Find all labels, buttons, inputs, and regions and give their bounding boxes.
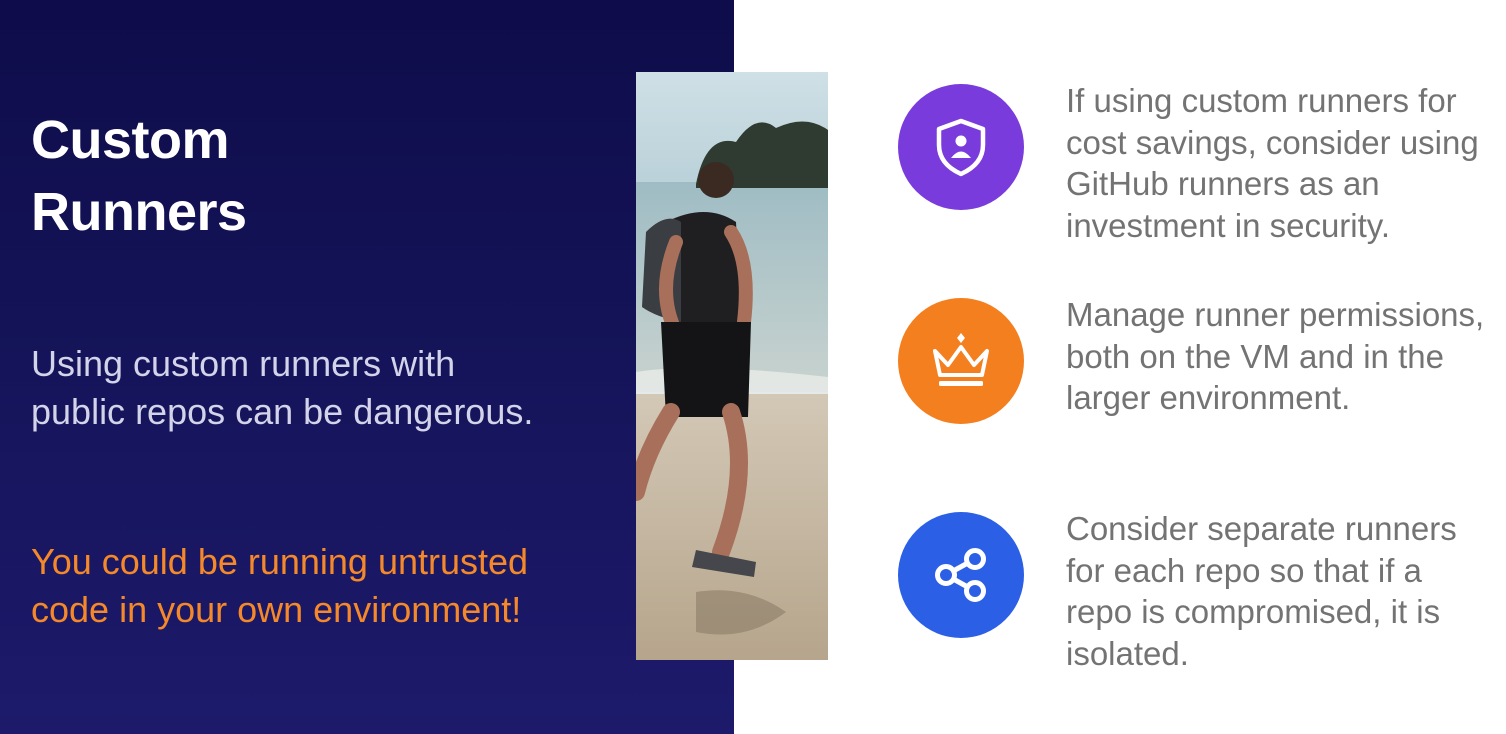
runner-photo (636, 72, 828, 660)
tip-item: Consider separate runners for each repo … (898, 510, 1488, 672)
slide-title-line-1: Custom (31, 110, 229, 170)
share-icon (935, 548, 986, 602)
crown-icon (933, 333, 989, 386)
tip-text: Consider separate runners for each repo … (1066, 510, 1457, 672)
tip-icon-circle (898, 512, 1024, 638)
tip-text: If using custom runners for cost savings… (1066, 82, 1479, 244)
slide-subtitle: Using custom runners with public repos c… (31, 343, 534, 432)
tip-item: Manage runner permissions, both on the V… (898, 296, 1488, 458)
slide-title-line-2: Runners (31, 182, 247, 242)
tip-icon-circle (898, 298, 1024, 424)
tip-icon-circle (898, 84, 1024, 210)
tip-text: Manage runner permissions, both on the V… (1066, 296, 1485, 416)
shield-user-icon (936, 118, 986, 177)
tip-item: If using custom runners for cost savings… (898, 82, 1488, 244)
warning-text: You could be running untrusted code in y… (31, 541, 529, 630)
slide-title: Custom Runners (31, 104, 247, 248)
